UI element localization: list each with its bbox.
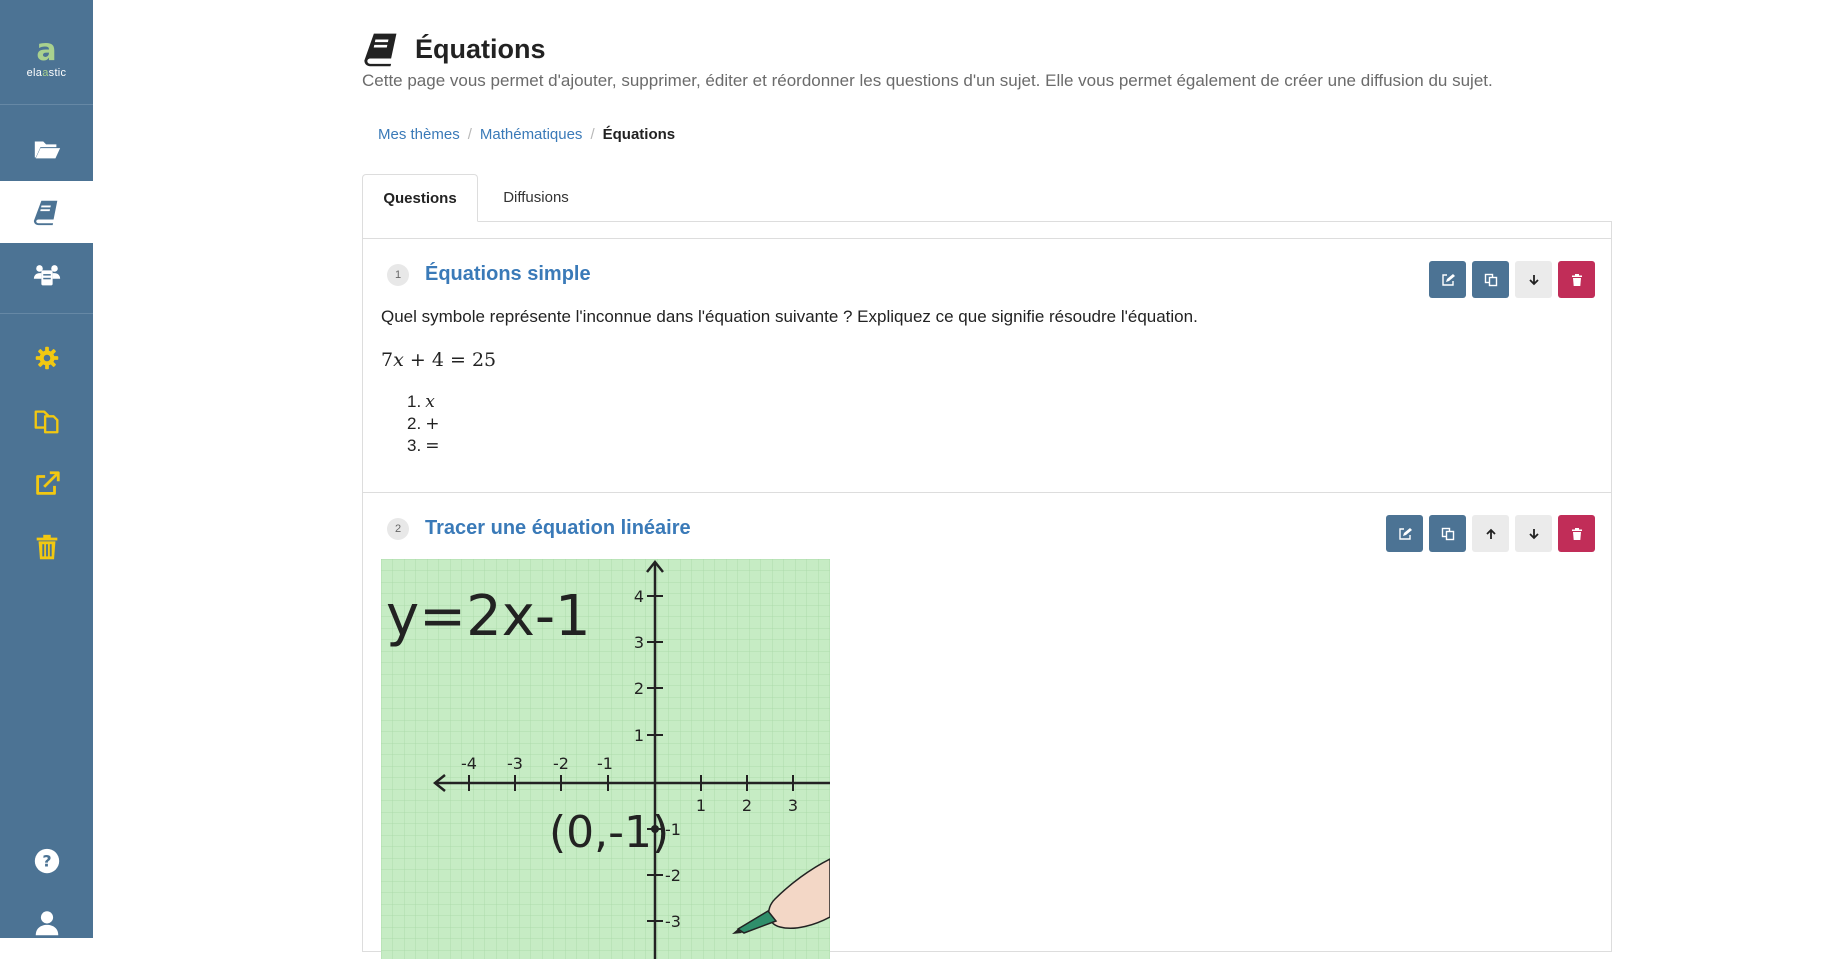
tab-questions[interactable]: Questions xyxy=(362,174,478,222)
breadcrumb-link[interactable]: Mathématiques xyxy=(480,126,583,143)
sidebar-item-subjects[interactable] xyxy=(0,181,93,243)
point-label: (0,-1) xyxy=(549,807,669,858)
help-icon: ? xyxy=(34,848,59,874)
question-number: 1 xyxy=(387,263,409,286)
gear-icon xyxy=(35,346,58,370)
page-title: Équations xyxy=(415,33,546,64)
folder-open-icon xyxy=(34,141,60,159)
trash-icon xyxy=(1571,527,1582,540)
breadcrumb-separator: / xyxy=(590,126,595,143)
answer-option: 1. x xyxy=(407,392,435,412)
x-tick-label: 3 xyxy=(788,796,798,815)
move-down-button[interactable] xyxy=(1515,261,1552,298)
duplicate-button[interactable] xyxy=(1429,515,1466,552)
question-header: 1 Équations simple xyxy=(387,263,591,286)
users-book-icon xyxy=(33,265,60,286)
sidebar-item-share[interactable] xyxy=(0,453,93,515)
sidebar-item-help[interactable]: ? xyxy=(0,830,93,892)
logo-text: elaastic xyxy=(26,66,67,79)
x-tick-label: -2 xyxy=(553,754,569,773)
svg-text:?: ? xyxy=(42,852,51,871)
question-number: 2 xyxy=(387,517,409,540)
answer-options: 1. x 2. + 3. = xyxy=(407,391,439,457)
x-tick-label: -4 xyxy=(461,754,477,773)
tab-bar: Questions Diffusions xyxy=(362,174,1612,222)
y-tick-label: 1 xyxy=(634,726,644,745)
answer-option: 3. = xyxy=(407,436,440,456)
question-equation: 7x + 4 = 25 xyxy=(381,349,497,371)
x-tick-label: -1 xyxy=(597,754,613,773)
sidebar-divider xyxy=(0,104,93,105)
external-link-icon xyxy=(35,471,60,495)
edit-icon xyxy=(1398,527,1412,540)
question-image: y=2x-1 (0,-1) -4 -3 -2 -1 1 2 3 4 3 2 1 xyxy=(381,559,830,959)
y-tick-label: -2 xyxy=(665,866,681,885)
arrow-down-icon xyxy=(1528,528,1539,539)
breadcrumb-current: Équations xyxy=(602,126,676,143)
breadcrumb: Mes thèmes / Mathématiques / Équations xyxy=(378,126,675,143)
logo-mark: a xyxy=(36,32,57,68)
duplicate-button[interactable] xyxy=(1472,261,1509,298)
sidebar-item-classes[interactable] xyxy=(0,244,93,306)
arrow-down-icon xyxy=(1528,274,1539,285)
sidebar-item-duplicate[interactable] xyxy=(0,390,93,452)
sidebar: a elaastic ? xyxy=(0,0,93,938)
question-text: Quel symbole représente l'inconnue dans … xyxy=(381,307,1198,326)
book-icon xyxy=(33,200,57,226)
page-header: Équations xyxy=(362,30,546,68)
sidebar-item-delete[interactable] xyxy=(0,516,93,578)
book-icon xyxy=(364,33,397,67)
x-tick-label: 2 xyxy=(742,796,752,815)
question-header: 2 Tracer une équation linéaire xyxy=(387,517,691,540)
y-tick-label: -1 xyxy=(665,820,681,839)
edit-button[interactable] xyxy=(1429,261,1466,298)
sidebar-item-themes[interactable] xyxy=(0,118,93,180)
move-down-button[interactable] xyxy=(1515,515,1552,552)
question-card: 1 Équations simple Quel symbole représen… xyxy=(362,238,1612,493)
copy-icon xyxy=(1484,273,1497,286)
trash-icon xyxy=(36,534,57,560)
answer-option: 2. + xyxy=(407,414,440,434)
copy-icon xyxy=(1441,527,1454,540)
delete-button[interactable] xyxy=(1558,261,1595,298)
arrow-up-icon xyxy=(1485,528,1496,539)
tab-panel xyxy=(362,221,1612,238)
question-title-link[interactable]: Tracer une équation linéaire xyxy=(425,517,691,540)
breadcrumb-separator: / xyxy=(467,126,472,143)
breadcrumb-link[interactable]: Mes thèmes xyxy=(378,126,460,143)
sidebar-item-settings[interactable] xyxy=(0,327,93,389)
copy-icon xyxy=(34,410,58,434)
x-tick-label: -3 xyxy=(507,754,523,773)
sidebar-item-profile[interactable] xyxy=(0,892,93,954)
edit-button[interactable] xyxy=(1386,515,1423,552)
edit-icon xyxy=(1441,273,1455,286)
y-tick-label: 3 xyxy=(634,633,644,652)
question-title-link[interactable]: Équations simple xyxy=(425,263,591,286)
y-tick-label: -3 xyxy=(665,912,681,931)
move-up-button[interactable] xyxy=(1472,515,1509,552)
y-tick-label: 2 xyxy=(634,679,644,698)
question-actions xyxy=(1386,515,1595,552)
y-tick-label: 4 xyxy=(634,587,644,606)
page-description: Cette page vous permet d'ajouter, suppri… xyxy=(362,71,1493,90)
trash-icon xyxy=(1571,273,1582,286)
sidebar-divider xyxy=(0,313,93,314)
user-icon xyxy=(35,911,58,936)
question-card: 2 Tracer une équation linéaire y=2x-1 (0… xyxy=(362,492,1612,959)
x-tick-label: 1 xyxy=(696,796,706,815)
tab-diffusions[interactable]: Diffusions xyxy=(478,174,594,221)
delete-button[interactable] xyxy=(1558,515,1595,552)
question-actions xyxy=(1429,261,1595,298)
app-logo[interactable]: a elaastic xyxy=(0,0,93,104)
equation-label: y=2x-1 xyxy=(386,584,591,649)
